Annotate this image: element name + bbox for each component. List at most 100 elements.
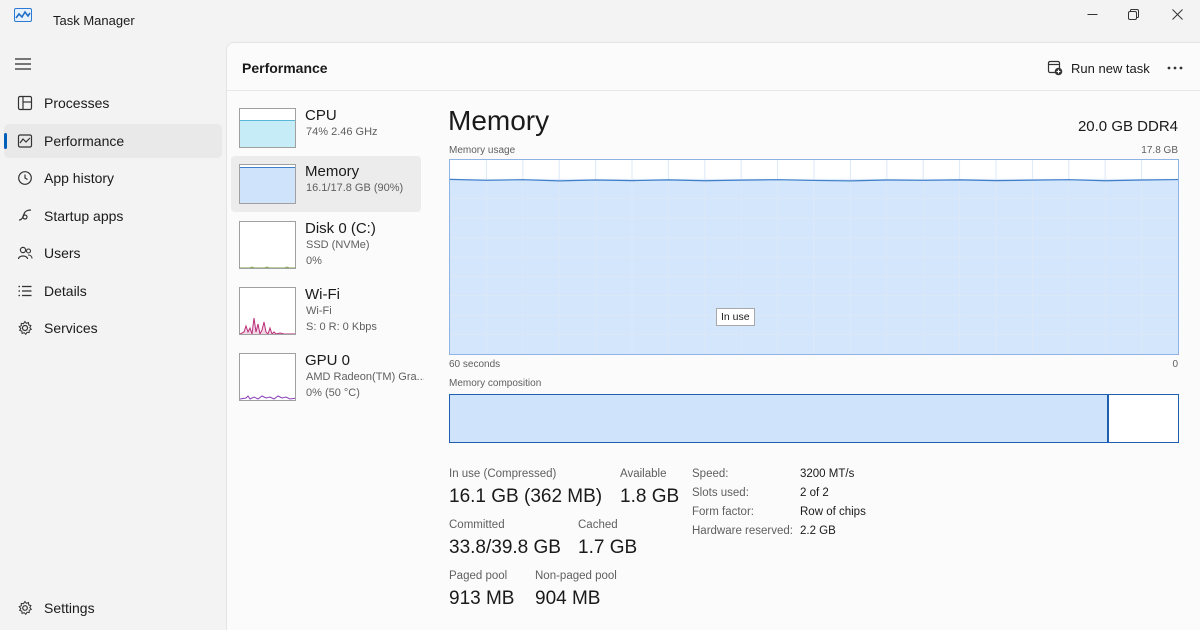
close-button[interactable] [1160, 4, 1194, 24]
slots-used-label: Slots used: [692, 487, 749, 499]
hardware-reserved-value: 2.2 GB [800, 525, 836, 537]
settings-gear-icon [17, 600, 32, 616]
hamburger-menu-icon[interactable] [14, 56, 32, 72]
device-detail: 74% 2.46 GHz [306, 126, 378, 138]
page-title: Performance [242, 60, 328, 76]
sidebar-item-label: Settings [44, 600, 95, 616]
committed-label: Committed [449, 519, 505, 531]
device-name: GPU 0 [305, 352, 351, 369]
memory-composition-bar [449, 394, 1179, 443]
title-bar: Task Manager [0, 0, 1200, 42]
device-name: Memory [305, 163, 360, 180]
memory-usage-graph: In use [449, 159, 1179, 355]
sidebar-item-settings[interactable]: Settings [4, 591, 222, 625]
wifi-sparkline [240, 317, 295, 334]
run-new-task-icon [1047, 60, 1063, 76]
device-detail: Wi-Fi [306, 305, 332, 317]
sidebar-item-users[interactable]: Users [4, 236, 222, 270]
device-name: Disk 0 (C:) [305, 220, 376, 237]
available-value: 1.8 GB [620, 486, 680, 507]
in-use-label: In use (Compressed) [449, 468, 557, 480]
disk-thumbnail [239, 221, 296, 269]
detail-title: Memory [448, 105, 550, 136]
more-options-button[interactable] [1155, 55, 1195, 81]
memory-usage-label: Memory usage [449, 145, 516, 156]
device-name: CPU [305, 107, 337, 124]
cached-value: 1.7 GB [578, 537, 638, 558]
non-paged-pool-value: 904 MB [535, 588, 601, 609]
available-label: Available [620, 468, 667, 480]
time-axis-start: 60 seconds [449, 359, 501, 370]
app-history-icon [17, 171, 32, 185]
cached-label: Cached [578, 519, 618, 531]
sidebar-nav: Processes Performance App history Startu… [0, 42, 226, 630]
sidebar-item-label: Performance [44, 133, 125, 149]
paged-pool-value: 913 MB [449, 588, 515, 609]
sidebar-item-label: Startup apps [44, 208, 124, 224]
restore-button[interactable] [1116, 4, 1150, 24]
close-icon [1171, 8, 1183, 20]
sidebar-item-processes[interactable]: Processes [4, 86, 222, 120]
device-detail: AMD Radeon(TM) Gra... [306, 371, 424, 383]
cpu-thumbnail [239, 108, 296, 148]
processes-icon [17, 95, 32, 111]
paged-pool-label: Paged pool [449, 570, 508, 582]
run-new-task-label: Run new task [1071, 60, 1150, 76]
services-icon [17, 320, 32, 336]
memory-usage-max: 17.8 GB [1141, 145, 1178, 156]
device-item-disk[interactable]: Disk 0 (C:) SSD (NVMe) 0% [231, 213, 421, 269]
committed-value: 33.8/39.8 GB [449, 537, 561, 558]
sidebar-item-details[interactable]: Details [4, 274, 222, 308]
memory-thumbnail [239, 164, 296, 204]
device-detail: SSD (NVMe) [306, 239, 370, 251]
run-new-task-button[interactable]: Run new task [1047, 55, 1150, 81]
sidebar-item-label: App history [44, 170, 115, 186]
in-use-value: 16.1 GB (362 MB) [449, 486, 603, 507]
gpu-sparkline [240, 395, 295, 400]
sidebar-item-performance[interactable]: Performance [4, 124, 222, 158]
composition-in-use-segment[interactable] [450, 395, 1109, 442]
details-icon [18, 285, 31, 297]
hardware-reserved-label: Hardware reserved: [692, 525, 793, 537]
memory-spec: 20.0 GB DDR4 [1077, 118, 1178, 135]
minimize-icon [1087, 13, 1097, 15]
memory-usage-svg [449, 160, 1179, 354]
disk-sparkline [240, 266, 295, 268]
gpu-thumbnail [239, 353, 296, 401]
more-icon [1167, 66, 1183, 70]
device-item-memory[interactable]: Memory 16.1/17.8 GB (90%) [231, 156, 421, 212]
sidebar-item-label: Processes [44, 95, 110, 111]
device-item-cpu[interactable]: CPU 74% 2.46 GHz [231, 100, 421, 156]
device-detail: 0% (50 °C) [306, 387, 360, 399]
users-icon [17, 246, 33, 260]
wifi-thumbnail [239, 287, 296, 335]
window-title: Task Manager [53, 13, 135, 28]
sidebar-item-app-history[interactable]: App history [4, 161, 222, 195]
sidebar-item-services[interactable]: Services [4, 311, 222, 345]
speed-value: 3200 MT/s [800, 468, 855, 480]
content-panel: Performance Run new task CPU 74% 2.46 GH… [226, 42, 1200, 630]
device-name: Wi-Fi [305, 286, 340, 303]
device-item-gpu[interactable]: GPU 0 AMD Radeon(TM) Gra... 0% (50 °C) [231, 345, 424, 401]
time-axis-end: 0 [1172, 359, 1178, 370]
memory-composition-label: Memory composition [449, 378, 542, 389]
sidebar-item-label: Details [44, 283, 87, 299]
device-detail: S: 0 R: 0 Kbps [306, 321, 377, 333]
device-detail: 16.1/17.8 GB (90%) [306, 182, 404, 194]
startup-apps-icon [18, 209, 31, 221]
graph-tooltip: In use [716, 308, 755, 326]
task-manager-icon [14, 8, 32, 22]
device-item-wifi[interactable]: Wi-Fi Wi-Fi S: 0 R: 0 Kbps [231, 279, 421, 335]
sidebar-item-label: Users [44, 245, 81, 261]
device-detail: 0% [306, 255, 322, 267]
performance-icon [17, 134, 32, 148]
slots-used-value: 2 of 2 [800, 487, 829, 499]
speed-label: Speed: [692, 468, 729, 480]
sidebar-item-label: Services [44, 320, 98, 336]
sidebar-item-startup-apps[interactable]: Startup apps [4, 199, 222, 233]
form-factor-label: Form factor: [692, 506, 754, 518]
minimize-button[interactable] [1075, 4, 1109, 24]
non-paged-pool-label: Non-paged pool [535, 570, 617, 582]
header-divider [227, 90, 1200, 91]
restore-icon [1127, 8, 1139, 20]
